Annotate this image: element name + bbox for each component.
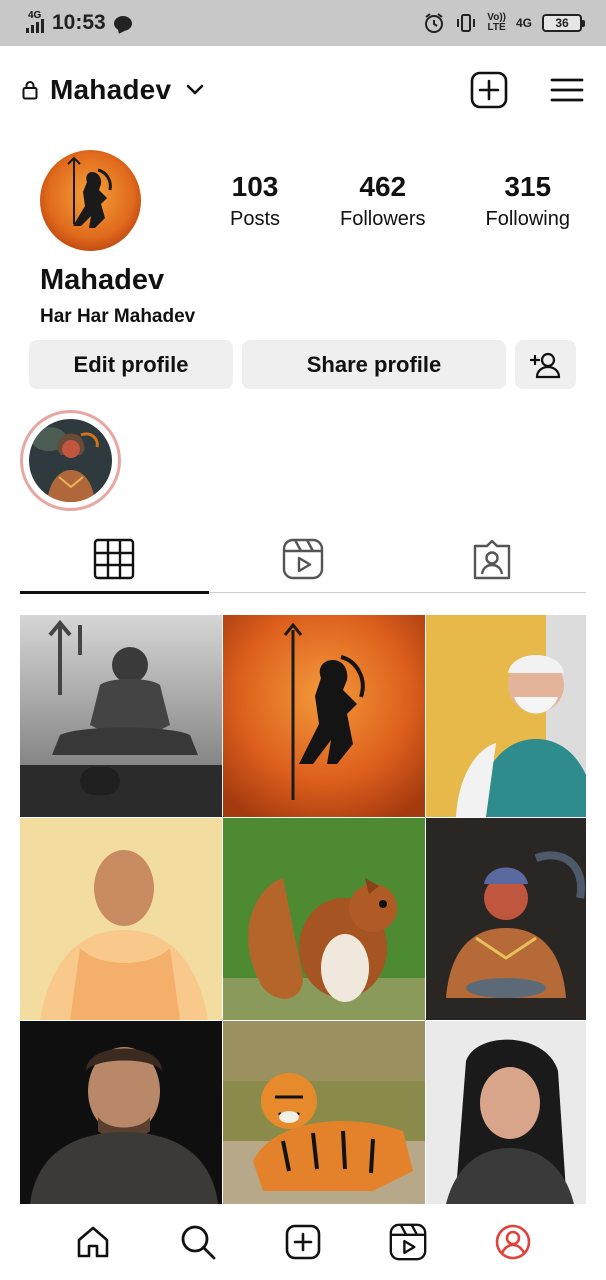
active-tab-indicator [20,591,209,594]
stat-posts-label: Posts [230,208,281,230]
bottom-navigation [0,1204,606,1280]
nav-search[interactable] [176,1220,220,1264]
profile-header: Mahadev [0,62,606,118]
edit-profile-button[interactable]: Edit profile [29,340,233,389]
display-name: Mahadev [40,264,165,296]
alarm-icon [425,13,444,33]
nav-create[interactable] [281,1220,325,1264]
stat-followers-label: Followers [339,208,426,230]
message-notification-icon [113,15,132,31]
grid-icon [94,538,135,580]
profile-bio: Har Har Mahadev [40,306,196,327]
create-icon [285,1224,321,1260]
story-highlight[interactable] [20,410,121,511]
stat-followers-value: 462 [359,171,407,202]
signal-icon: 4G [24,11,44,35]
chevron-down-icon[interactable] [185,83,205,97]
post-thumbnail[interactable] [20,818,222,1020]
status-bar: 4G 10:53 Vo)) LTE 4G 36 [0,0,606,46]
profile-icon [496,1224,531,1260]
lock-icon [22,81,38,100]
stat-followers[interactable]: 462 Followers [340,172,426,231]
stat-following[interactable]: 315 Following [486,172,570,231]
tab-posts-grid[interactable] [20,524,209,594]
username-switcher[interactable]: Mahadev [50,74,171,106]
tagged-icon [473,539,510,580]
network-type: 4G [515,16,532,30]
nav-profile[interactable] [491,1220,535,1264]
posts-grid [20,615,586,1204]
menu-icon[interactable] [550,77,584,103]
stat-following-value: 315 [504,171,552,202]
vibrate-icon [457,14,476,32]
stat-posts-value: 103 [231,171,279,202]
nav-home[interactable] [71,1220,115,1264]
post-thumbnail[interactable] [20,1021,222,1204]
reels-icon [389,1223,427,1261]
share-profile-button[interactable]: Share profile [242,340,506,389]
profile-tabs [20,524,586,594]
post-thumbnail[interactable] [223,818,425,1020]
search-icon [181,1225,216,1260]
post-thumbnail[interactable] [426,1021,586,1204]
profile-stats: 103 Posts 462 Followers 315 Following [230,172,570,231]
post-thumbnail[interactable] [223,1021,425,1204]
battery-icon: 36 [542,14,585,32]
tab-tagged[interactable] [397,524,586,594]
post-thumbnail[interactable] [426,818,586,1020]
volte-indicator: Vo)) LTE [487,12,506,33]
post-thumbnail[interactable] [20,615,222,817]
profile-avatar[interactable] [40,150,141,251]
nav-reels[interactable] [386,1220,430,1264]
home-icon [77,1226,108,1258]
create-post-icon[interactable] [470,71,508,109]
stat-following-label: Following [485,208,570,230]
tab-reels[interactable] [209,524,398,594]
stat-posts[interactable]: 103 Posts [230,172,280,231]
post-thumbnail[interactable] [426,615,586,817]
post-thumbnail[interactable] [223,615,425,817]
discover-people-button[interactable] [515,340,576,389]
reels-icon [282,538,324,580]
add-person-icon [529,352,560,378]
status-time: 10:53 [52,11,106,34]
